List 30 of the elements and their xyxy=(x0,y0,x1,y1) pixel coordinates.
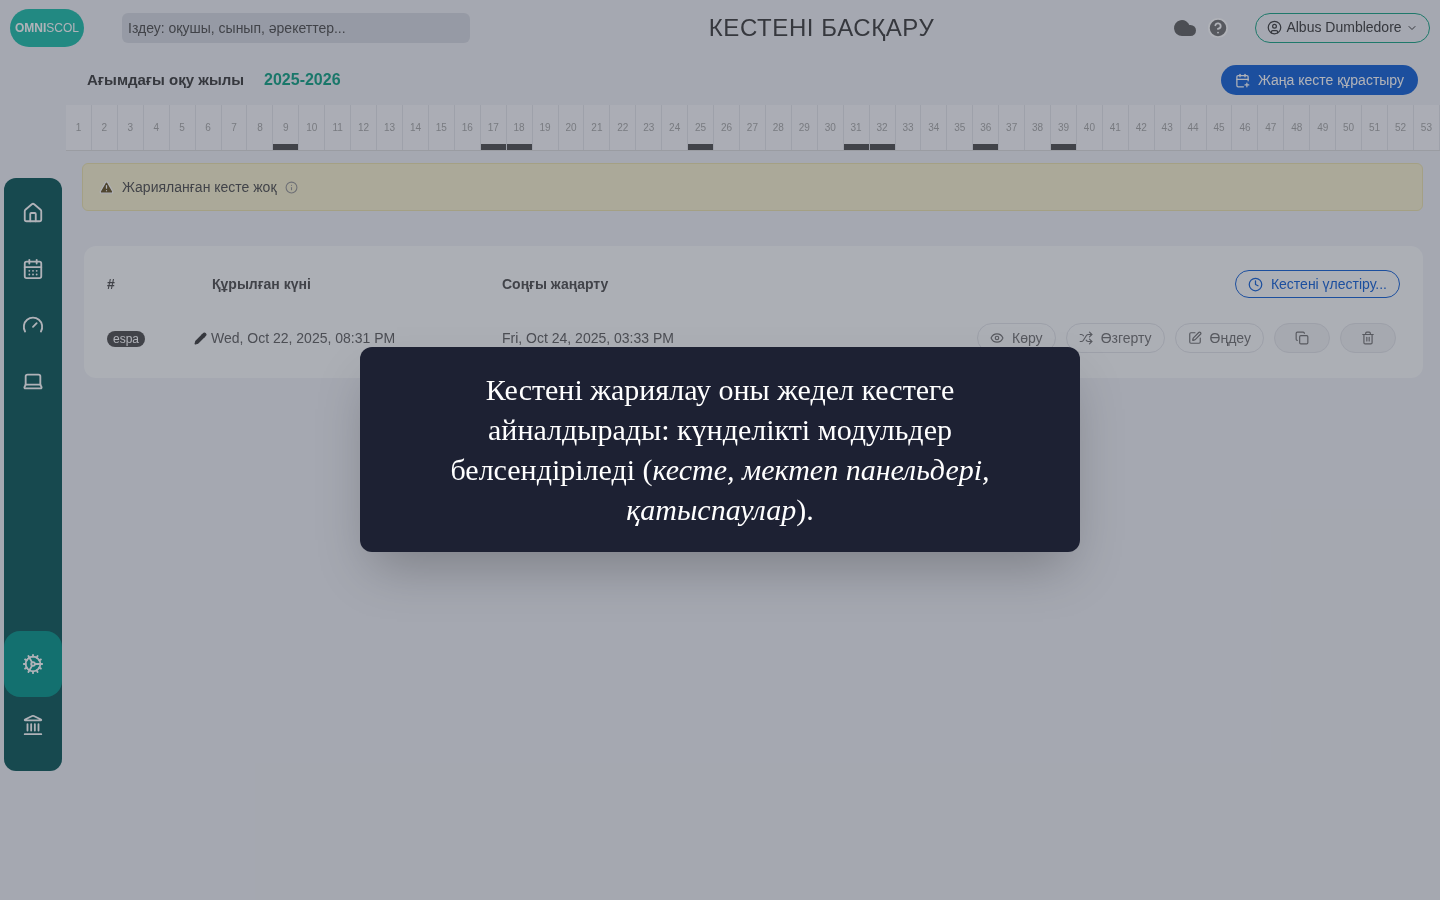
page-title: КЕСТЕНІ БАСҚАРУ xyxy=(708,12,935,43)
alert-text: Жарияланған кесте жоқ xyxy=(122,177,277,197)
column-header: Құрылған күні xyxy=(212,274,312,294)
shuffle-icon xyxy=(1078,331,1093,345)
home-icon xyxy=(22,202,44,224)
pencil-icon[interactable] xyxy=(194,331,207,345)
new-schedule-button[interactable]: Жаңа кесте құрастыру xyxy=(1220,65,1418,95)
user-icon xyxy=(1267,20,1283,35)
help-icon[interactable] xyxy=(1207,16,1229,39)
bank-icon xyxy=(22,714,44,736)
edit-icon xyxy=(1187,331,1202,345)
caption-text: Кестені жариялау оны жедел кестеге айналдырады: күнделікті модульдер белсендіріледі (кесте, мектеп панельдері, қатыспаулар). xyxy=(449,371,991,528)
trash-icon xyxy=(1361,331,1375,345)
tag-label: espa xyxy=(107,330,146,347)
clock-icon xyxy=(1247,276,1263,292)
calendar-icon xyxy=(22,258,44,280)
search-field[interactable]: Іздеу: оқушы, сынып, әрекеттер... xyxy=(122,12,470,43)
created-date: Wed, Oct 22, 2025, 08:31 PM xyxy=(211,328,396,348)
sidebar-item[interactable] xyxy=(4,631,62,697)
eye-icon xyxy=(990,331,1005,345)
calendar-plus-icon xyxy=(1234,72,1250,88)
column-header: # xyxy=(107,274,116,294)
updated-date: Fri, Oct 24, 2025, 03:33 PM xyxy=(502,328,674,348)
copy-icon xyxy=(1295,331,1309,345)
year-label: Ағымдағы оқу жылы xyxy=(87,69,245,90)
warning-icon xyxy=(99,179,114,195)
year-value: 2025-2026 xyxy=(264,70,341,90)
info-icon xyxy=(284,180,298,194)
column-header: Соңғы жаңарту xyxy=(502,274,609,294)
logo[interactable]: OMNISCOL xyxy=(10,8,84,47)
